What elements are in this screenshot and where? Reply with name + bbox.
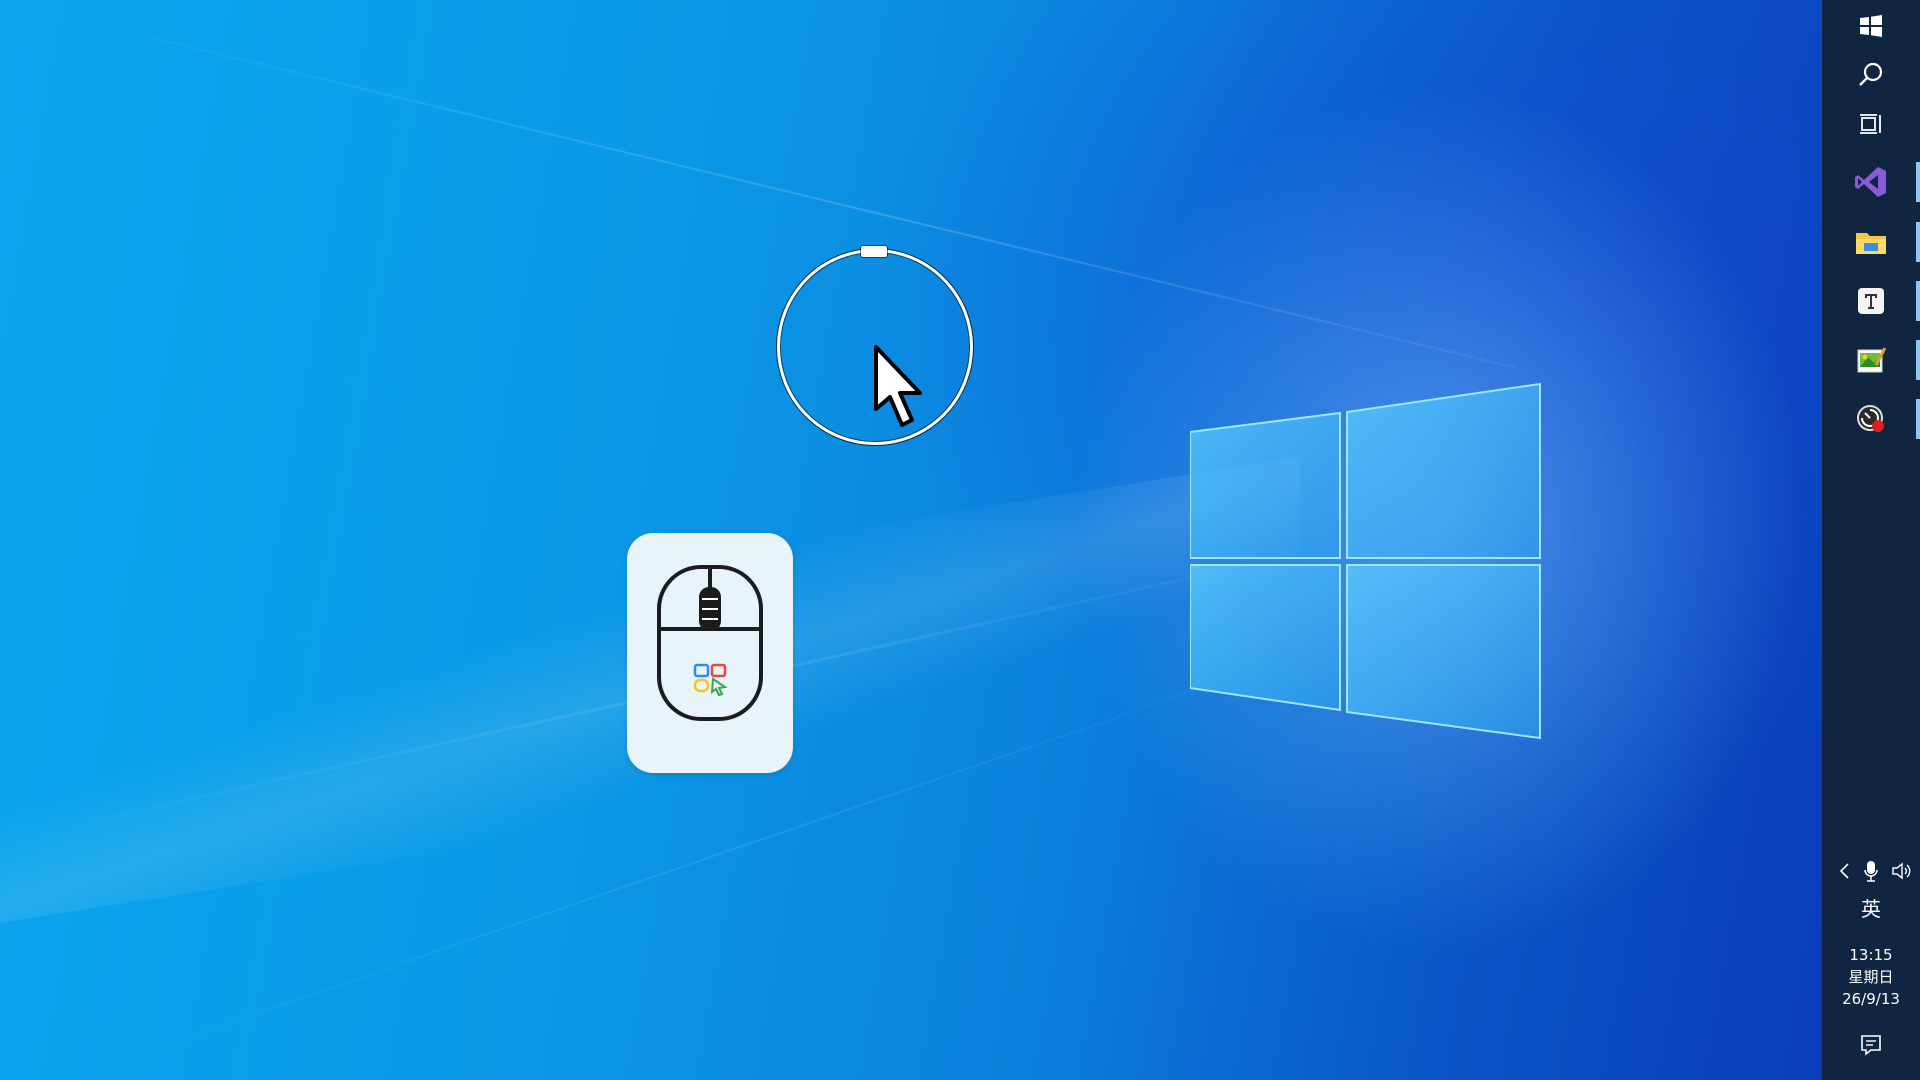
start-button[interactable] (1822, 0, 1920, 52)
running-indicator (1916, 162, 1920, 202)
mouse-icon (657, 565, 763, 721)
windows-logo-wallpaper (1190, 382, 1541, 740)
taskbar-app-visual-studio[interactable] (1822, 156, 1920, 208)
clock-date: 26/9/13 (1842, 990, 1900, 1008)
text-editor-icon (1858, 288, 1884, 314)
light-ray (0, 0, 1517, 369)
windows-start-icon (1860, 15, 1882, 37)
running-indicator (1916, 399, 1920, 439)
taskbar: 英 13:15 星期日 26/9/13 (1822, 0, 1920, 1080)
image-editor-icon (1857, 347, 1886, 373)
desktop (0, 0, 1822, 1080)
action-center-icon (1861, 1035, 1881, 1056)
running-indicator (1916, 222, 1920, 262)
clock-weekday: 星期日 (1848, 968, 1894, 986)
arrow-cursor-icon (874, 345, 922, 427)
running-indicator (1916, 281, 1920, 321)
search-icon (1859, 62, 1883, 86)
chevron-left-icon[interactable] (1838, 862, 1850, 880)
screen-recorder-icon (1857, 405, 1884, 432)
mouse-app-icon[interactable] (627, 533, 793, 773)
system-tray (1822, 858, 1920, 884)
taskbar-app-screen-recorder[interactable] (1822, 393, 1920, 445)
microphone-icon[interactable] (1863, 860, 1879, 882)
clock-time: 13:15 (1849, 946, 1893, 964)
speaker-icon[interactable] (1892, 862, 1912, 880)
search-button[interactable] (1822, 48, 1920, 100)
file-explorer-icon (1856, 233, 1886, 254)
action-center-button[interactable] (1822, 1030, 1920, 1060)
clock[interactable]: 13:15 星期日 26/9/13 (1822, 944, 1920, 1010)
taskbar-app-file-explorer[interactable] (1822, 216, 1920, 268)
taskbar-app-image-editor[interactable] (1822, 334, 1920, 386)
visual-studio-icon (1855, 167, 1886, 197)
ring-cursor-handle (861, 246, 887, 257)
task-view-icon (1860, 114, 1881, 134)
taskbar-app-text-editor[interactable] (1822, 275, 1920, 327)
running-indicator (1916, 340, 1920, 380)
task-view-button[interactable] (1822, 98, 1920, 150)
input-method-indicator[interactable]: 英 (1822, 892, 1920, 922)
